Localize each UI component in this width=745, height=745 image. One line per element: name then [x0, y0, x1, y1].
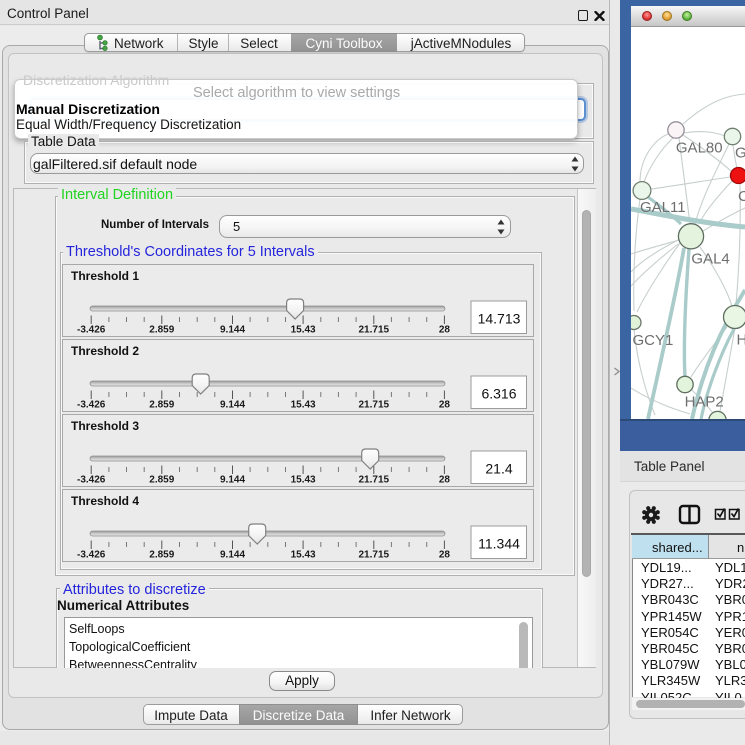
svg-text:15.43: 15.43 [291, 550, 316, 561]
svg-text:Threshold 1: Threshold 1 [71, 269, 139, 283]
svg-text:21.715: 21.715 [359, 550, 390, 561]
svg-text:15.43: 15.43 [291, 325, 316, 336]
svg-text:Threshold 2: Threshold 2 [71, 344, 139, 358]
svg-text:GAL80: GAL80 [676, 140, 723, 157]
svg-text:HAP2: HAP2 [685, 394, 724, 411]
svg-text:9.144: 9.144 [220, 550, 245, 561]
svg-text:-3.426: -3.426 [77, 400, 106, 411]
svg-text:9.144: 9.144 [220, 400, 245, 411]
svg-text:6.316: 6.316 [481, 386, 516, 402]
svg-text:28: 28 [439, 475, 451, 486]
svg-text:Threshold 3: Threshold 3 [71, 419, 139, 433]
svg-text:21.715: 21.715 [359, 475, 390, 486]
svg-text:28: 28 [439, 325, 451, 336]
svg-text:9.144: 9.144 [220, 475, 245, 486]
svg-text:21.4: 21.4 [485, 461, 512, 477]
svg-text:H: H [737, 332, 745, 349]
svg-text:2.859: 2.859 [149, 550, 174, 561]
svg-text:Threshold 4: Threshold 4 [71, 494, 139, 508]
svg-text:15.43: 15.43 [291, 400, 316, 411]
svg-text:2.859: 2.859 [149, 325, 174, 336]
svg-text:28: 28 [439, 400, 451, 411]
svg-text:-3.426: -3.426 [77, 550, 106, 561]
svg-text:GCY1: GCY1 [633, 332, 674, 349]
svg-text:21.715: 21.715 [359, 400, 390, 411]
svg-text:-3.426: -3.426 [77, 475, 106, 486]
svg-text:21.715: 21.715 [359, 325, 390, 336]
svg-text:11.344: 11.344 [478, 536, 520, 552]
svg-text:GAL11: GAL11 [640, 199, 686, 216]
svg-text:28: 28 [439, 550, 451, 561]
svg-text:-3.426: -3.426 [77, 325, 106, 336]
svg-text:14.713: 14.713 [478, 311, 521, 327]
svg-text:2.859: 2.859 [149, 400, 174, 411]
svg-text:2.859: 2.859 [149, 475, 174, 486]
svg-text:9.144: 9.144 [220, 325, 245, 336]
svg-text:GA: GA [735, 145, 745, 162]
svg-text:GAL4: GAL4 [691, 251, 729, 268]
svg-text:15.43: 15.43 [291, 475, 316, 486]
svg-text:C: C [738, 188, 745, 205]
